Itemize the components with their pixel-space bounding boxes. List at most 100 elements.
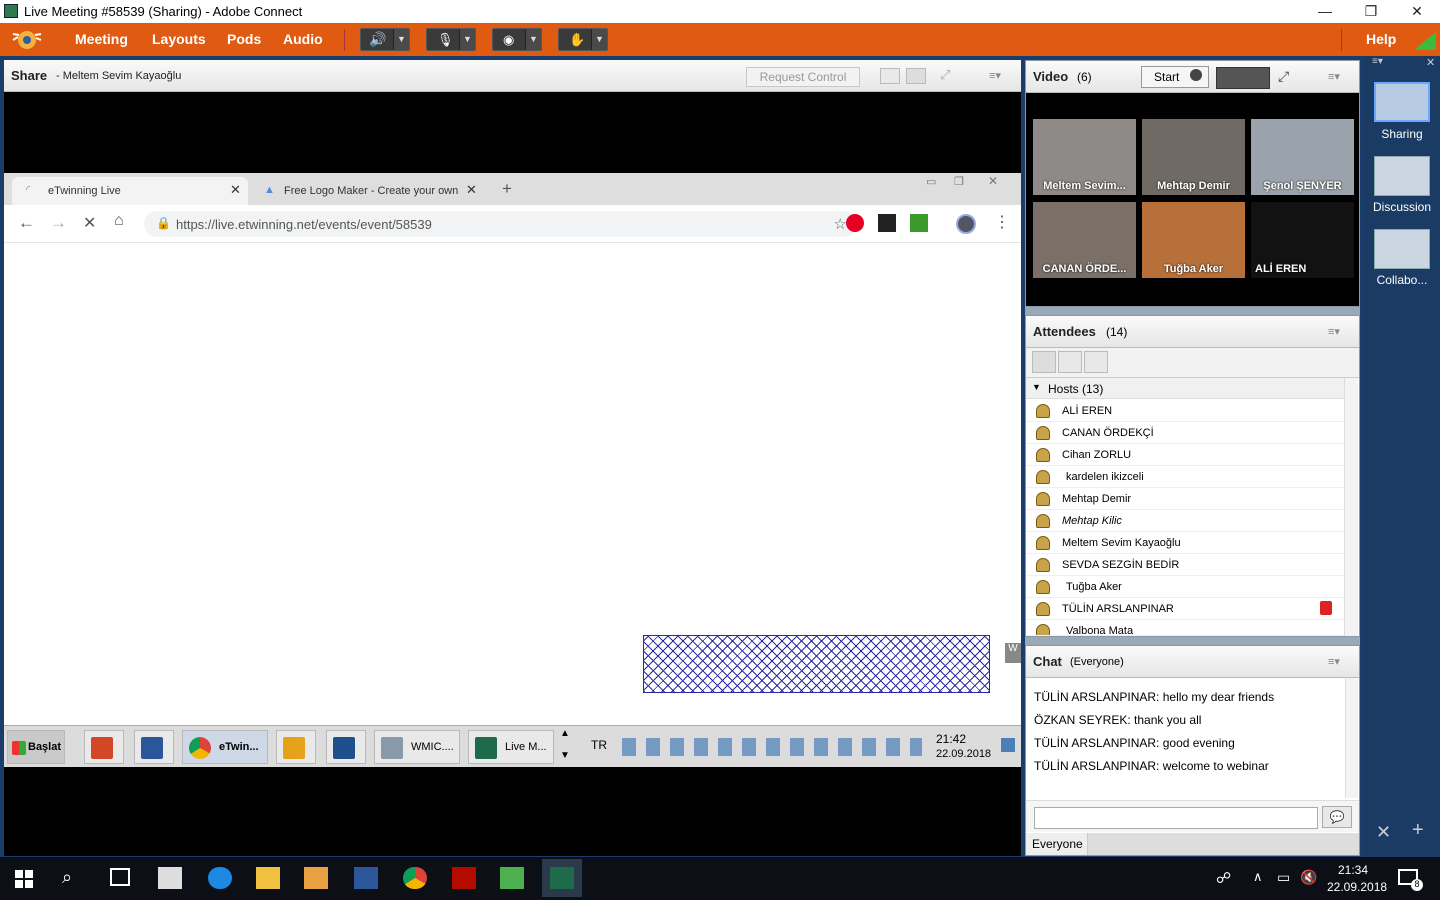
menu-help[interactable]: Help: [1366, 31, 1396, 47]
tab-close-icon[interactable]: ✕: [230, 182, 241, 198]
menu-pods[interactable]: Pods: [227, 31, 261, 47]
word-taskbar-icon[interactable]: [134, 730, 174, 764]
speaker-button[interactable]: 🔊 ▼: [360, 28, 410, 51]
chat-input[interactable]: [1034, 807, 1318, 829]
search-icon[interactable]: ⌕: [62, 867, 72, 888]
fullscreen-icon[interactable]: ⤢: [1278, 68, 1289, 85]
minimize-button[interactable]: —: [1302, 0, 1348, 23]
show-desktop-icon[interactable]: [1001, 738, 1015, 752]
task-view-icon[interactable]: [110, 868, 130, 886]
video-tile[interactable]: Mehtap Demir: [1142, 119, 1245, 195]
file-explorer-icon[interactable]: [256, 867, 280, 889]
extension-icon[interactable]: [878, 214, 896, 232]
raise-hand-button[interactable]: ✋ ▼: [558, 28, 608, 51]
restore-button[interactable]: ❐: [1348, 0, 1394, 23]
menu-audio[interactable]: Audio: [283, 31, 323, 47]
delete-layout-icon[interactable]: ✕: [1376, 822, 1391, 843]
pod-options-icon[interactable]: ≡▾: [1328, 70, 1340, 83]
list-item[interactable]: Mehtap Demir: [1026, 488, 1344, 510]
forward-icon[interactable]: →: [50, 213, 67, 233]
winamp-taskbar-icon[interactable]: [276, 730, 316, 764]
scroll-down-icon[interactable]: ▼: [560, 750, 570, 761]
layout-thumb-collaboration[interactable]: [1374, 229, 1430, 269]
list-item[interactable]: Valbona Mata: [1026, 620, 1344, 636]
microphone-button[interactable]: 🎙 ▼: [426, 28, 476, 51]
send-message-button[interactable]: 💬: [1322, 806, 1352, 828]
tray-expand-icon[interactable]: ∧: [1253, 869, 1263, 885]
panel-close-icon[interactable]: ✕: [1426, 56, 1435, 69]
collapse-icon[interactable]: ▼: [1032, 382, 1041, 392]
video-tile[interactable]: Şenol ŞENYER: [1251, 119, 1354, 195]
browser-close-icon[interactable]: ✕: [988, 174, 998, 188]
fullscreen-icon[interactable]: ⤢: [940, 67, 950, 83]
volume-icon[interactable]: 🔇: [1300, 869, 1317, 886]
new-tab-icon[interactable]: +: [502, 179, 512, 199]
chat-scrollbar[interactable]: [1345, 678, 1358, 798]
address-bar[interactable]: 🔒 https://live.etwinning.net/events/even…: [144, 211, 857, 237]
fit-width-icon[interactable]: [880, 68, 900, 84]
taskbar-item-wmic[interactable]: WMIC....: [374, 730, 460, 764]
video-tile[interactable]: CANAN ÖRDE...: [1033, 202, 1136, 278]
home-icon[interactable]: ⌂: [114, 212, 124, 230]
add-layout-icon[interactable]: +: [1412, 819, 1424, 842]
browser-max-icon[interactable]: ❐: [954, 175, 964, 188]
start-webcam-button[interactable]: Start: [1141, 66, 1209, 88]
powerpoint-taskbar-icon[interactable]: [84, 730, 124, 764]
tab-close-icon[interactable]: ✕: [466, 182, 477, 198]
taskbar-item-chrome[interactable]: eTwin...: [182, 730, 268, 764]
video-tile[interactable]: ALİ EREN: [1251, 202, 1354, 278]
full-view-icon[interactable]: [906, 68, 926, 84]
panel-menu-icon[interactable]: ≡▾: [1372, 56, 1383, 67]
layout-label[interactable]: Sharing: [1364, 127, 1440, 141]
grid-view-toggle[interactable]: [1216, 67, 1270, 89]
taskbar-item-live-meeting[interactable]: Live M...: [468, 730, 554, 764]
side-tab-icon[interactable]: W: [1005, 643, 1021, 663]
pod-options-icon[interactable]: ≡▾: [1328, 325, 1340, 338]
tray-icons[interactable]: [622, 738, 922, 756]
tab-logo-maker[interactable]: ▲ Free Logo Maker - Create your own ✕: [254, 177, 486, 205]
attendees-scrollbar[interactable]: [1344, 378, 1358, 636]
list-item[interactable]: kardelen ikizceli: [1026, 466, 1344, 488]
list-item[interactable]: ALİ EREN: [1026, 400, 1344, 422]
profile-avatar[interactable]: [956, 214, 976, 234]
tab-etwinning[interactable]: ◜ eTwinning Live ✕: [12, 177, 248, 205]
chrome-icon[interactable]: [403, 867, 427, 889]
menu-layouts[interactable]: Layouts: [152, 31, 206, 47]
chat-recipient-tab[interactable]: Everyone: [1026, 833, 1088, 855]
clock-date[interactable]: 22.09.2018: [1327, 880, 1387, 894]
mail-icon[interactable]: [158, 867, 182, 889]
list-item[interactable]: TÜLİN ARSLANPINAR: [1026, 598, 1344, 620]
close-button[interactable]: ✕: [1394, 0, 1440, 23]
list-item[interactable]: CANAN ÖRDEKÇİ: [1026, 422, 1344, 444]
back-icon[interactable]: ←: [18, 213, 35, 233]
photoshop-taskbar-icon[interactable]: [326, 730, 366, 764]
animate-icon[interactable]: [452, 867, 476, 889]
media-player-icon[interactable]: [304, 867, 328, 889]
layout-thumb-discussion[interactable]: [1374, 156, 1430, 196]
status-view-icon[interactable]: [1084, 351, 1108, 373]
word-icon[interactable]: [354, 867, 378, 889]
extension-icon[interactable]: [910, 214, 928, 232]
bookmark-star-icon[interactable]: ☆: [834, 215, 847, 233]
network-icon[interactable]: ▭: [1277, 869, 1290, 886]
hosts-group-header[interactable]: ▼ Hosts (13): [1026, 378, 1344, 399]
webcam-button[interactable]: ◉ ▼: [492, 28, 542, 51]
menu-meeting[interactable]: Meeting: [75, 31, 128, 47]
layout-label[interactable]: Collabo...: [1364, 273, 1440, 287]
video-tile[interactable]: Meltem Sevim...: [1033, 119, 1136, 195]
list-item[interactable]: Cihan ZORLU: [1026, 444, 1344, 466]
scroll-up-icon[interactable]: ▲: [560, 728, 570, 739]
edge-icon[interactable]: [208, 867, 232, 889]
video-tile[interactable]: Tuğba Aker: [1142, 202, 1245, 278]
stop-icon[interactable]: ✕: [83, 213, 96, 233]
adobe-connect-icon[interactable]: [542, 859, 582, 897]
people-icon[interactable]: ☍: [1216, 869, 1231, 887]
layout-thumb-sharing[interactable]: [1374, 82, 1430, 122]
request-control-button[interactable]: Request Control: [746, 67, 860, 87]
notepad-icon[interactable]: [500, 867, 524, 889]
start-button[interactable]: Başlat: [7, 730, 65, 764]
language-indicator[interactable]: TR: [591, 738, 607, 752]
browser-min-icon[interactable]: ▭: [926, 175, 936, 188]
pod-options-icon[interactable]: ≡▾: [1328, 655, 1340, 668]
list-item[interactable]: Mehtap Kilic: [1026, 510, 1344, 532]
